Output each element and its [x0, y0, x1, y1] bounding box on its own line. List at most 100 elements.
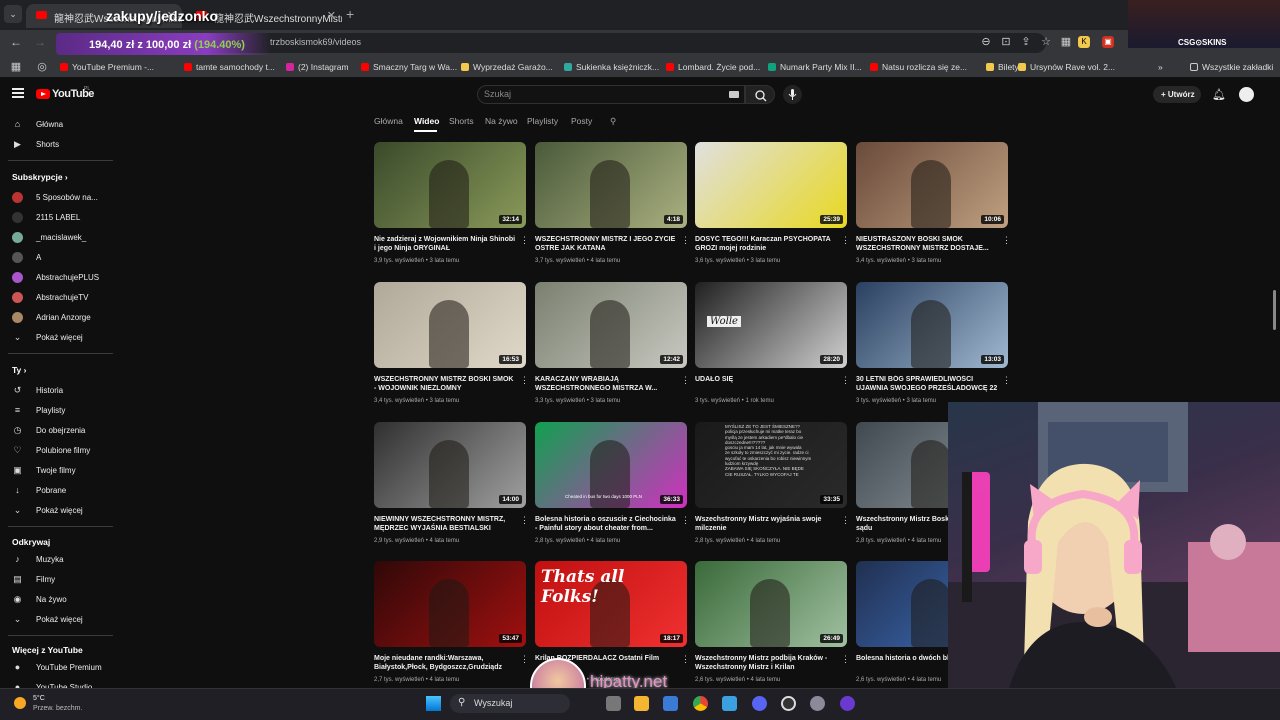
more-options-icon[interactable]: ⋮	[681, 375, 690, 386]
video-card[interactable]: Wolle 28:20 UDAŁO SIĘ ⋮ 3 tys. wyświetleń • …	[695, 282, 850, 412]
forward-icon[interactable]: →	[34, 35, 46, 49]
video-title[interactable]: NIEUSTRASZONY BOSKI SMOK WSZECHSTRONNY M…	[856, 235, 998, 253]
more-options-icon[interactable]: ⋮	[520, 515, 529, 526]
file-explorer-icon[interactable]	[634, 696, 649, 711]
channel-search-icon[interactable]: ⚲	[610, 116, 616, 127]
weather-sun-icon[interactable]	[14, 697, 26, 709]
scrollbar-thumb[interactable]	[1273, 290, 1276, 330]
video-thumbnail[interactable]: Thats all Folks! 18:17	[535, 561, 687, 647]
video-title[interactable]: Wszechstronny Mistrz podbija Kraków - Ws…	[695, 654, 837, 672]
video-title[interactable]: Nie zadzieraj z Wojownikiem Ninja Shinob…	[374, 235, 516, 253]
bookmark-item[interactable]: Smaczny Targ w Wa...	[361, 62, 457, 72]
search-box[interactable]	[477, 85, 745, 104]
more-options-icon[interactable]: ⋮	[841, 375, 850, 386]
weather-description[interactable]: Przew. bezchm.	[33, 705, 82, 712]
bookmark-item[interactable]: Ursynów Rave vol. 2...	[1018, 62, 1115, 72]
video-thumbnail[interactable]: 16:53	[374, 282, 526, 368]
tab-search-button[interactable]: ⌄	[4, 5, 22, 23]
extension-red-icon[interactable]: ▣	[1102, 36, 1114, 48]
store-icon[interactable]	[663, 696, 678, 711]
video-title[interactable]: WSZECHSTRONNY MISTRZ BOSKI SMOK - WOJOWN…	[374, 375, 516, 393]
notifications-bell-icon[interactable]: 🔔︎	[1212, 88, 1226, 101]
account-avatar[interactable]	[1239, 87, 1254, 102]
video-card[interactable]: 32:14 Nie zadzieraj z Wojownikiem Ninja S…	[374, 142, 529, 272]
video-card[interactable]: 12:42 KARACZANY WRABIAJĄ WSZECHSTRONNEGO …	[535, 282, 690, 412]
bookmark-star-icon[interactable]: ☆	[1038, 34, 1054, 50]
video-card[interactable]: 53:47 Moje nieudane randki:Warszawa, Biał…	[374, 561, 529, 691]
channel-tab[interactable]: Na żywo	[485, 116, 518, 126]
video-card[interactable]: Cheated in bus for two days 1000 PLN 36:3…	[535, 422, 690, 552]
more-options-icon[interactable]: ⋮	[841, 654, 850, 665]
video-title[interactable]: WSZECHSTRONNY MISTRZ I JEGO ZYCIE OSTRE …	[535, 235, 677, 253]
weather-temp[interactable]: 5°C	[33, 695, 45, 702]
video-card[interactable]: 13:03 30 LETNI BÓG SPRAWIEDLIWOŚCI UJAWNI…	[856, 282, 1011, 412]
notepad-icon[interactable]	[722, 696, 737, 711]
video-thumbnail[interactable]: 25:39	[695, 142, 847, 228]
video-title[interactable]: DOSYĆ TEGO!!! Karaczan PSYCHOPATA GROZI …	[695, 235, 837, 253]
video-title[interactable]: UDAŁO SIĘ	[695, 375, 837, 384]
taskbar-search-label[interactable]: Wyszukaj	[474, 698, 512, 708]
channel-tab[interactable]: Główna	[374, 116, 403, 126]
keyboard-icon[interactable]	[729, 91, 739, 98]
video-title[interactable]: KARACZANY WRABIAJĄ WSZECHSTRONNEGO MISTR…	[535, 375, 677, 393]
url-text[interactable]: trzboskismok69/videos	[270, 37, 361, 47]
more-options-icon[interactable]: ⋮	[841, 235, 850, 246]
video-card[interactable]: 10:06 NIEUSTRASZONY BOSKI SMOK WSZECHSTRO…	[856, 142, 1011, 272]
all-bookmarks-folder[interactable]: Wszystkie zakładki	[1190, 62, 1273, 72]
video-thumbnail[interactable]: 4:18	[535, 142, 687, 228]
discord-icon[interactable]	[752, 696, 767, 711]
search-input[interactable]: Szukaj	[484, 89, 511, 99]
sidebar-section-heading[interactable]: Odkrywaj	[12, 537, 50, 547]
bookmark-item[interactable]: Bilety	[986, 62, 1019, 72]
channel-tab[interactable]: Wideo	[414, 116, 439, 126]
menu-icon[interactable]	[12, 88, 24, 98]
bookmark-item[interactable]: Natsu rozlicza się ze...	[870, 62, 967, 72]
voice-search-button[interactable]	[783, 85, 802, 104]
video-thumbnail[interactable]: Cheated in bus for two days 1000 PLN 36:3…	[535, 422, 687, 508]
chrome-taskbar-icon[interactable]	[693, 696, 708, 711]
more-options-icon[interactable]: ⋮	[681, 654, 690, 665]
bookmark-item[interactable]: Sukienka księżniczk...	[564, 62, 659, 72]
channel-tab[interactable]: Shorts	[449, 116, 474, 126]
sidebar-section-heading[interactable]: Subskrypcje ›	[12, 172, 68, 182]
video-card[interactable]: 25:39 DOSYĆ TEGO!!! Karaczan PSYCHOPATA G…	[695, 142, 850, 272]
video-title[interactable]: Moje nieudane randki:Warszawa, Białystok…	[374, 654, 516, 672]
bookmark-item[interactable]: Wyprzedaż Garażo...	[461, 62, 553, 72]
video-thumbnail[interactable]: 53:47	[374, 561, 526, 647]
more-options-icon[interactable]: ⋮	[1002, 235, 1011, 246]
video-thumbnail[interactable]: 10:06	[856, 142, 1008, 228]
sidebar-section-heading[interactable]: Ty ›	[12, 365, 27, 375]
extension-k-icon[interactable]: K	[1078, 36, 1090, 48]
video-thumbnail[interactable]: Wolle 28:20	[695, 282, 847, 368]
video-title[interactable]: Bolesna historia o oszuscie z Ciechocink…	[535, 515, 677, 533]
youtube-logo-icon[interactable]	[36, 89, 50, 99]
windows-start-icon[interactable]	[426, 696, 441, 711]
more-options-icon[interactable]: ⋮	[1002, 375, 1011, 386]
video-thumbnail[interactable]: 26:49	[695, 561, 847, 647]
new-tab-button[interactable]: +	[346, 6, 354, 22]
more-options-icon[interactable]: ⋮	[681, 515, 690, 526]
obs-icon[interactable]	[781, 696, 796, 711]
twitch-icon[interactable]	[840, 696, 855, 711]
task-view-icon[interactable]	[606, 696, 621, 711]
share-icon[interactable]: ⇪	[1018, 34, 1034, 50]
install-app-icon[interactable]: ⊡	[998, 34, 1014, 50]
back-icon[interactable]: ←	[10, 35, 22, 49]
video-thumbnail[interactable]: MYŚLISZ ZE TO JEST ŚMIESZNE?? policja prz…	[695, 422, 847, 508]
more-options-icon[interactable]: ⋮	[520, 375, 529, 386]
extension-icon[interactable]: ▦	[1058, 34, 1074, 50]
video-card[interactable]: MYŚLISZ ZE TO JEST ŚMIESZNE?? policja prz…	[695, 422, 850, 552]
settings-gear-icon[interactable]	[810, 696, 825, 711]
bookmark-item[interactable]: YouTube Premium -...	[60, 62, 154, 72]
video-card[interactable]: 26:49 Wszechstronny Mistrz podbija Kraków…	[695, 561, 850, 691]
bookmarks-overflow-icon[interactable]: »	[1158, 62, 1163, 72]
video-thumbnail[interactable]: 12:42	[535, 282, 687, 368]
bookmark-item[interactable]: tamte samochody t...	[184, 62, 275, 72]
video-card[interactable]: 16:53 WSZECHSTRONNY MISTRZ BOSKI SMOK - W…	[374, 282, 529, 412]
close-tab-icon[interactable]: ✕	[327, 9, 336, 22]
video-title[interactable]: 30 LETNI BÓG SPRAWIEDLIWOŚCI UJAWNIA SWO…	[856, 375, 998, 393]
channel-tab[interactable]: Posty	[571, 116, 592, 126]
video-card[interactable]: 4:18 WSZECHSTRONNY MISTRZ I JEGO ZYCIE OS…	[535, 142, 690, 272]
bookmark-item[interactable]: Numark Party Mix II...	[768, 62, 862, 72]
more-options-icon[interactable]: ⋮	[520, 235, 529, 246]
